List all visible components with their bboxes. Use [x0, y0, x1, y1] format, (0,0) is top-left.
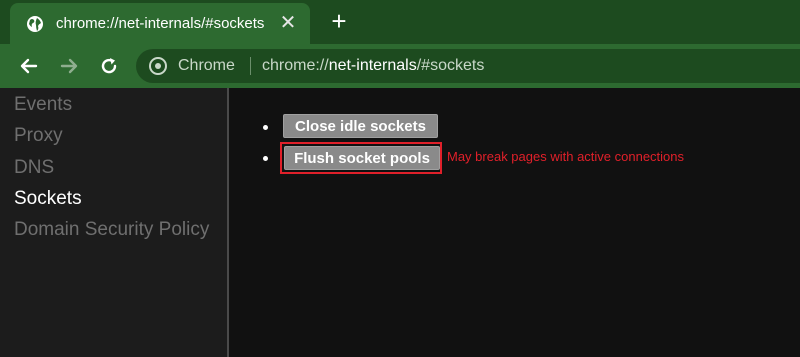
- globe-icon: [26, 15, 44, 33]
- forward-arrow-icon: [60, 58, 78, 74]
- sidebar-item-sockets[interactable]: Sockets: [14, 188, 82, 210]
- forward-button[interactable]: [56, 53, 82, 79]
- chrome-icon: [149, 57, 167, 75]
- close-idle-sockets-button[interactable]: Close idle sockets: [283, 114, 438, 138]
- sidebar-item-dns[interactable]: DNS: [14, 157, 54, 179]
- address-bar[interactable]: Chrome chrome://net-internals/#sockets: [136, 49, 800, 83]
- site-label: Chrome: [178, 57, 235, 74]
- flush-warning-text: May break pages with active connections: [447, 149, 685, 164]
- tab-strip: chrome://net-internals/#sockets ✕ +: [0, 0, 800, 44]
- url-host: net-internals: [328, 57, 417, 74]
- list-bullet: [263, 156, 268, 161]
- flush-socket-pools-button[interactable]: Flush socket pools: [284, 146, 440, 170]
- reload-button[interactable]: [96, 53, 122, 79]
- toolbar: Chrome chrome://net-internals/#sockets: [0, 44, 800, 88]
- url-text: chrome://net-internals/#sockets: [262, 57, 484, 75]
- tab-net-internals[interactable]: chrome://net-internals/#sockets ✕: [10, 3, 310, 44]
- omnibox-divider: [250, 57, 251, 75]
- url-path: /#sockets: [416, 57, 485, 74]
- new-tab-button[interactable]: +: [326, 8, 352, 35]
- sidebar: Events Proxy DNS Sockets Domain Security…: [0, 88, 229, 357]
- tab-title: chrome://net-internals/#sockets: [56, 15, 265, 32]
- sockets-panel: Close idle sockets Flush socket pools Ma…: [231, 88, 800, 357]
- back-button[interactable]: [16, 53, 42, 79]
- sidebar-item-events[interactable]: Events: [14, 94, 72, 116]
- sidebar-item-domain-security-policy[interactable]: Domain Security Policy: [14, 219, 209, 241]
- back-arrow-icon: [20, 58, 38, 74]
- list-bullet: [263, 125, 268, 130]
- reload-icon: [101, 58, 117, 74]
- sidebar-item-proxy[interactable]: Proxy: [14, 125, 63, 147]
- url-scheme: chrome://: [262, 57, 329, 74]
- page-area: Events Proxy DNS Sockets Domain Security…: [0, 88, 800, 357]
- close-icon[interactable]: ✕: [278, 13, 298, 33]
